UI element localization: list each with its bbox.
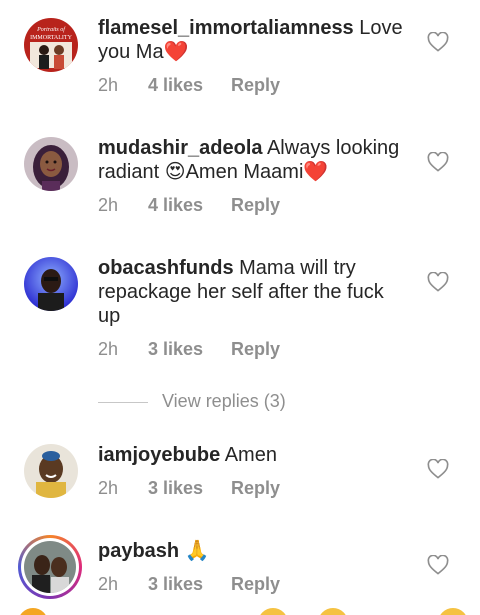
comment-text: mudashir_adeola Always looking radiant 😍… — [98, 136, 408, 184]
comment-text: obacashfunds Mama will try repackage her… — [98, 256, 408, 328]
likes-count[interactable]: 3 likes — [148, 337, 203, 361]
quick-emoji[interactable] — [258, 608, 288, 615]
comment-time: 2h — [98, 339, 119, 359]
heart-outline-icon[interactable] — [427, 152, 449, 172]
comment-body: Amen — [220, 444, 277, 466]
comment-username[interactable]: obacashfunds — [98, 257, 234, 279]
reply-button[interactable]: Reply — [231, 337, 280, 361]
comment-time: 2h — [98, 75, 119, 95]
view-replies-label: View replies (3) — [162, 391, 286, 411]
comment-meta: 2h 4 likes Reply — [98, 193, 280, 217]
quick-emoji[interactable] — [438, 608, 468, 615]
heart-eyes-emoji: 😍 — [164, 161, 186, 183]
avatar[interactable] — [24, 137, 78, 191]
heart-outline-icon[interactable] — [427, 459, 449, 479]
comment-time: 2h — [98, 478, 119, 498]
heart-outline-icon[interactable] — [427, 555, 449, 575]
avatar-logo-text: IMMORTALITY — [30, 35, 72, 41]
likes-count[interactable]: 3 likes — [148, 572, 203, 596]
avatar[interactable] — [24, 444, 78, 498]
heart-emoji: ❤️ — [303, 161, 329, 183]
folded-hands-emoji: 🙏 — [184, 540, 210, 562]
likes-count[interactable]: 3 likes — [148, 476, 203, 500]
comment-time: 2h — [98, 574, 119, 594]
comment-text: flamesel_immortaliamness Love you Ma❤️ — [98, 16, 408, 64]
comment-username[interactable]: paybash — [98, 540, 179, 562]
avatar-logo-text: Portraits of — [36, 26, 66, 33]
comment-meta: 2h 3 likes Reply — [98, 572, 280, 596]
comment-username[interactable]: flamesel_immortaliamness — [98, 17, 354, 39]
reply-button[interactable]: Reply — [231, 572, 280, 596]
comment-meta: 2h 3 likes Reply — [98, 476, 280, 500]
reply-button[interactable]: Reply — [231, 476, 280, 500]
heart-outline-icon[interactable] — [427, 32, 449, 52]
story-ring[interactable] — [18, 535, 82, 599]
comment-body-continued: Amen Maami — [185, 161, 304, 183]
comment-text: iamjoyebube Amen — [98, 443, 408, 467]
reply-button[interactable]: Reply — [231, 73, 280, 97]
quick-emoji[interactable] — [18, 608, 48, 615]
likes-count[interactable]: 4 likes — [148, 193, 203, 217]
view-replies-divider — [98, 401, 148, 403]
comment-username[interactable]: mudashir_adeola — [98, 137, 263, 159]
heart-outline-icon[interactable] — [427, 272, 449, 292]
comment-meta: 2h 4 likes Reply — [98, 73, 280, 97]
avatar[interactable] — [24, 541, 76, 593]
avatar[interactable] — [24, 257, 78, 311]
reply-button[interactable]: Reply — [231, 193, 280, 217]
quick-emoji[interactable] — [318, 608, 348, 615]
comment-time: 2h — [98, 195, 119, 215]
likes-count[interactable]: 4 likes — [148, 73, 203, 97]
view-replies-button[interactable]: View replies (3) — [98, 388, 286, 414]
heart-emoji: ❤️ — [163, 41, 189, 63]
comment-username[interactable]: iamjoyebube — [98, 444, 220, 466]
comment-text: paybash 🙏 — [98, 539, 408, 563]
comment-meta: 2h 3 likes Reply — [98, 337, 280, 361]
emoji-quick-bar — [0, 598, 480, 615]
avatar[interactable]: Portraits of IMMORTALITY — [24, 18, 78, 72]
